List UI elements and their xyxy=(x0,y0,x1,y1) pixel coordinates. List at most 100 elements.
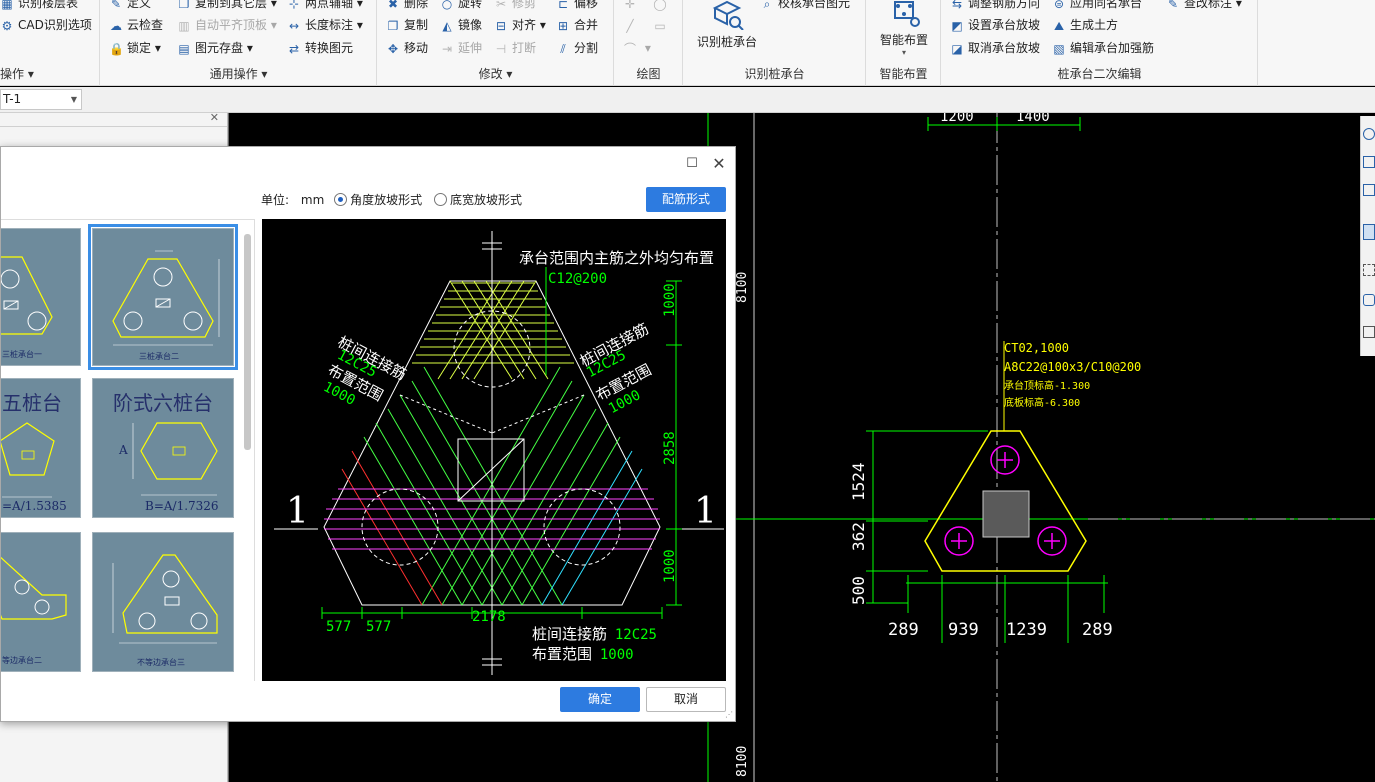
rectangle-icon: ▭ xyxy=(654,19,666,33)
move-button[interactable]: ✥ 移动 xyxy=(386,39,428,57)
split-button[interactable]: ⫽ 分割 xyxy=(556,39,598,57)
draw-circle-button[interactable]: ◯ xyxy=(653,0,671,12)
cap-type-thumb-5[interactable]: 等边承台二 xyxy=(1,532,81,672)
draw-rect-button[interactable]: ▭ xyxy=(653,16,671,34)
cap-type-thumb-4[interactable]: 阶式六桩台 A B=A/1.7326 xyxy=(92,378,234,518)
smart-layout-button[interactable]: 智能布置 ▾ xyxy=(867,0,941,57)
layer-select[interactable]: T-1 ▼ xyxy=(0,89,82,110)
slope-icon: ◩ xyxy=(951,19,963,33)
close-icon[interactable]: ✕ xyxy=(210,111,219,124)
identify-pile-cap-button[interactable]: 识别桩承台 xyxy=(690,0,764,50)
draw-point-button[interactable]: ✛ xyxy=(623,0,641,12)
ribbon-group-operation: ▦ 识别楼层表 ⚙ CAD识别选项 操作 ▾ xyxy=(0,0,100,86)
extend-button[interactable]: ⇥ 延伸 xyxy=(440,39,482,57)
save-element-button[interactable]: ▤ 图元存盘 ▾ xyxy=(177,39,253,57)
copy-button[interactable]: ❐ 复制 xyxy=(386,16,428,34)
radio-angle-slope-label[interactable]: 角度放坡形式 xyxy=(350,193,422,207)
define-button[interactable]: ✎ 定义 xyxy=(109,0,151,12)
view-top-icon[interactable] xyxy=(1363,224,1375,240)
cloud-check-icon: ☁ xyxy=(110,19,122,33)
generate-earthwork-button[interactable]: ⛰ 生成土方 xyxy=(1052,16,1118,34)
view-3d-icon[interactable] xyxy=(1363,128,1375,140)
cap-type-thumb-3[interactable]: 五桩台 =A/1.5385 xyxy=(1,378,81,518)
preview-top-note: 承台范围内主筋之外均匀布置 xyxy=(519,249,715,267)
ribbon-item-cad-options[interactable]: ⚙ CAD识别选项 xyxy=(0,16,92,34)
cap-type-thumb-6[interactable]: 不等边承台三 xyxy=(92,532,234,672)
thumb-list-scrollbar[interactable] xyxy=(244,234,251,450)
cad-cap-top-elev: 承台顶标高-1.300 xyxy=(1004,379,1090,392)
rebar-form-button[interactable]: 配筋形式 xyxy=(646,187,726,212)
save-element-icon: ▤ xyxy=(178,42,190,56)
cap-type-thumb-2[interactable]: 三桩承台二 xyxy=(88,224,238,370)
view-side-icon[interactable] xyxy=(1363,184,1375,196)
cad-axis-label-top: 8100 xyxy=(735,272,750,303)
check-pile-cap-button[interactable]: ⌕ 校核承台图元 xyxy=(760,0,850,12)
preview-dim-h3: 2178 xyxy=(472,609,506,625)
cap-thumb-label: 三桩承台二 xyxy=(139,352,179,361)
length-dimension-button[interactable]: ↔ 长度标注 ▾ xyxy=(287,16,363,34)
ribbon-group-common: ✎ 定义 ❐ 复制到其它层 ▾ ⊹ 两点辅轴 ▾ ☁ 云检查 ▥ 自动平齐顶板 ▾ ↔ 长度… xyxy=(101,0,377,86)
copy-icon: ❐ xyxy=(387,19,399,33)
ribbon-item-floor-table[interactable]: ▦ 识别楼层表 xyxy=(0,0,78,12)
rebar-direction-icon: ⇆ xyxy=(951,0,963,11)
draw-arc-button[interactable]: ⌒ ▾ xyxy=(623,39,651,57)
view-settings-icon[interactable] xyxy=(1363,294,1375,306)
radio-angle-slope[interactable] xyxy=(334,193,348,206)
ok-button[interactable]: 确定 xyxy=(560,687,640,712)
edit-annotation-button[interactable]: ✎ 查改标注 ▾ xyxy=(1166,0,1242,12)
cad-cap-rebar: A8C22@100x3/C10@200 xyxy=(1004,360,1141,374)
edit-reinforcement-button[interactable]: ▧ 编辑承台加强筋 xyxy=(1052,39,1154,57)
two-point-axis-button[interactable]: ⊹ 两点辅轴 ▾ xyxy=(287,0,363,12)
break-button[interactable]: ⊣ 打断 xyxy=(494,39,536,57)
select-box-icon[interactable] xyxy=(1363,264,1375,276)
preview-bottom-note: 桩间连接筋 xyxy=(532,625,608,643)
resize-grip-icon[interactable]: ⋰ xyxy=(725,710,733,719)
cancel-slope-button[interactable]: ◪ 取消承台放坡 xyxy=(950,39,1040,57)
merge-button[interactable]: ⊞ 合并 xyxy=(556,16,598,34)
delete-button[interactable]: ✖ 删除 xyxy=(386,0,428,12)
cap-thumb-label: 三桩承台一 xyxy=(2,350,42,359)
merge-icon: ⊞ xyxy=(557,19,569,33)
identify-pile-cap-icon xyxy=(712,0,744,31)
ribbon-group-label-draw: 绘图 xyxy=(636,67,661,81)
rotate-button[interactable]: ○ 旋转 xyxy=(440,0,482,12)
preview-dim-h2: 577 xyxy=(366,619,392,635)
cap-type-thumb-1[interactable]: 三桩承台一 xyxy=(1,228,81,366)
smart-layout-icon xyxy=(894,1,920,27)
offset-button[interactable]: ⊏ 偏移 xyxy=(556,0,598,12)
preview-section-mark-right: 1 xyxy=(694,491,717,532)
adjust-rebar-direction-button[interactable]: ⇆ 调整钢筋方向 xyxy=(950,0,1040,12)
preview-dim-h1: 577 xyxy=(326,619,352,635)
delete-icon: ✖ xyxy=(387,0,399,11)
cap-thumb-drawing xyxy=(112,250,220,346)
define-icon: ✎ xyxy=(110,0,122,11)
draw-line-button[interactable]: ╱ xyxy=(623,16,641,34)
split-icon: ⫽ xyxy=(560,42,566,56)
close-icon[interactable]: ✕ xyxy=(711,156,727,172)
radio-bottom-width-slope[interactable] xyxy=(433,193,447,206)
cancel-button[interactable]: 取消 xyxy=(646,687,726,712)
align-button[interactable]: ⊟ 对齐 ▾ xyxy=(494,16,546,34)
convert-element-button[interactable]: ⇄ 转换图元 xyxy=(287,39,353,57)
set-slope-button[interactable]: ◩ 设置承台放坡 xyxy=(950,16,1040,34)
pile-cap-dialog: ☐ ✕ 单位: mm 角度放坡形式 底宽放坡形式 配筋形式 三桩承台一 三桩承台… xyxy=(0,146,736,722)
apply-same-name-button[interactable]: ⊜ 应用同名承台 xyxy=(1052,0,1142,12)
list-icon[interactable] xyxy=(1363,326,1375,338)
lock-button[interactable]: 🔒 锁定 ▾ xyxy=(109,39,161,57)
maximize-icon[interactable]: ☐ xyxy=(685,157,699,171)
trim-button[interactable]: ✂ 修剪 xyxy=(494,0,536,12)
rebar-preview: 承台范围内主筋之外均匀布置 C12@200 桩间连接筋 12C25 布置范围 1… xyxy=(262,219,726,681)
apply-same-icon: ⊜ xyxy=(1053,0,1065,11)
lock-icon: 🔒 xyxy=(109,42,124,56)
radio-bottom-width-slope-label[interactable]: 底宽放坡形式 xyxy=(450,193,522,207)
mirror-button[interactable]: ◭ 镜像 xyxy=(440,16,482,34)
auto-align-slab-button[interactable]: ▥ 自动平齐顶板 ▾ xyxy=(177,16,277,34)
cloud-check-button[interactable]: ☁ 云检查 xyxy=(109,16,163,34)
copy-to-floor-button[interactable]: ❐ 复制到其它层 ▾ xyxy=(177,0,277,12)
mirror-icon: ◭ xyxy=(442,19,452,33)
ribbon-group-edit: ⇆ 调整钢筋方向 ⊜ 应用同名承台 ✎ 查改标注 ▾ ◩ 设置承台放坡 ⛰ 生成土方 ◪ 取… xyxy=(942,0,1258,86)
cap-thumb-drawing xyxy=(1,422,55,498)
view-front-icon[interactable] xyxy=(1363,156,1375,168)
cad-axis-label-bottom: 8100 xyxy=(735,746,750,777)
ribbon: ▦ 识别楼层表 ⚙ CAD识别选项 操作 ▾ ✎ 定义 ❐ 复制到其它层 ▾ ⊹ 两点辅轴… xyxy=(0,0,1375,86)
